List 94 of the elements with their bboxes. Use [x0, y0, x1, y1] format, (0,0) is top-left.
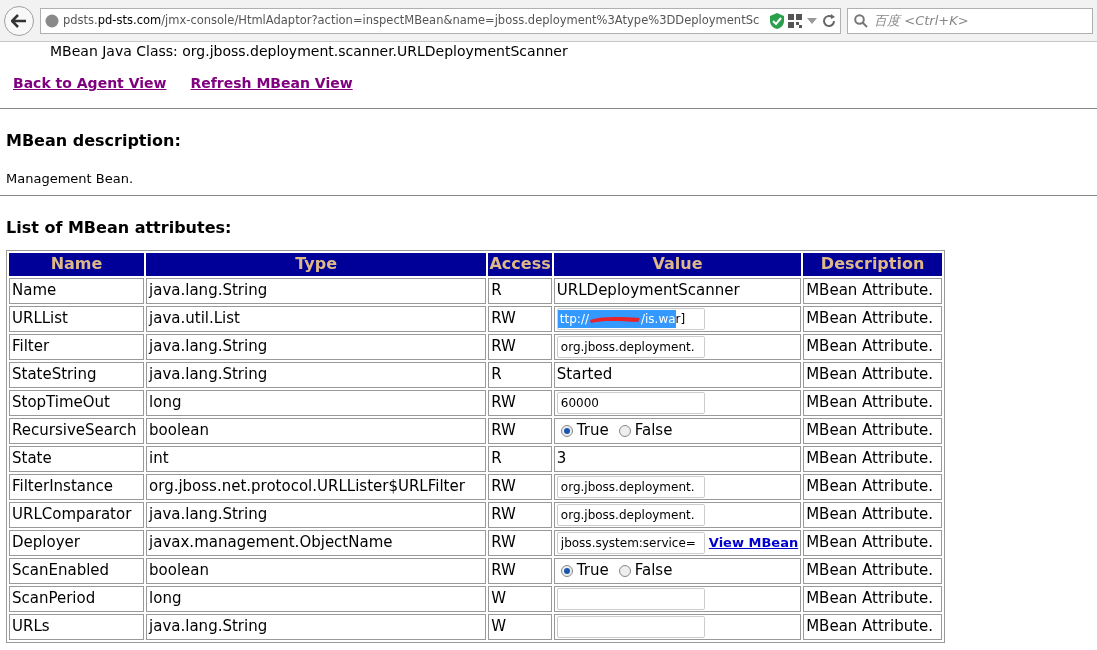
table-cell: URLs: [9, 613, 145, 640]
link[interactable]: Back to Agent View: [13, 73, 167, 94]
table-cell: R: [488, 445, 552, 472]
table-cell: ScanEnabled: [9, 557, 145, 584]
table-cell: RW: [488, 501, 552, 528]
table-cell: boolean: [146, 417, 487, 444]
search-placeholder: 百度 <Ctrl+K>: [874, 11, 969, 30]
table-cell: java.lang.String: [146, 613, 487, 640]
qr-code-icon: [788, 13, 803, 28]
back-button[interactable]: [4, 5, 34, 36]
column-header: Name: [9, 252, 145, 276]
column-header: Description: [803, 252, 942, 276]
reload-icon[interactable]: [822, 13, 837, 28]
input-field[interactable]: 60000: [556, 392, 705, 414]
table-cell: javax.management.ObjectName: [146, 529, 487, 556]
table-cell: URLComparator: [9, 501, 145, 528]
table-cell: MBean Attribute.: [803, 585, 942, 612]
view-mbean-link[interactable]: View MBean: [708, 532, 799, 553]
table-cell: Deployer: [9, 529, 145, 556]
link[interactable]: Refresh MBean View: [190, 73, 353, 94]
table-cell: long: [146, 585, 487, 612]
description-text: Management Bean.: [6, 170, 135, 188]
radio-option[interactable]: False: [618, 419, 673, 442]
table-cell: MBean Attribute.: [803, 501, 942, 528]
table-cell: 3: [553, 445, 802, 472]
table-cell: State: [9, 445, 145, 472]
table-cell: R: [488, 277, 552, 304]
input-field[interactable]: [556, 616, 705, 638]
input-field[interactable]: [556, 588, 705, 610]
class-line: MBean Java Class: org.jboss.deployment.scanner.URLDeploymentScanner: [50, 43, 568, 59]
table-cell: MBean Attribute.: [803, 529, 942, 556]
table-cell: MBean Attribute.: [803, 473, 942, 500]
input-field[interactable]: org.jboss.deployment.: [556, 336, 705, 358]
table-cell: ScanPeriod: [9, 585, 145, 612]
table-cell: R: [488, 361, 552, 388]
table-cell: RW: [488, 473, 552, 500]
column-header: Type: [146, 252, 487, 276]
search-field[interactable]: 百度 <Ctrl+K>: [847, 7, 1093, 34]
table-cell: int: [146, 445, 487, 472]
table-cell: W: [488, 613, 552, 640]
input-field[interactable]: org.jboss.deployment.: [556, 476, 705, 498]
radio-option[interactable]: True: [560, 559, 609, 582]
table-cell: java.lang.String: [146, 277, 487, 304]
attributes-heading: List of MBean attributes:: [6, 216, 233, 239]
table-cell: Filter: [9, 333, 145, 360]
table-cell: RW: [488, 557, 552, 584]
back-arrow-icon: [11, 13, 27, 28]
table-cell: MBean Attribute.: [803, 417, 942, 444]
table-cell: StopTimeOut: [9, 389, 145, 416]
table-cell: URLDeploymentScanner: [553, 277, 802, 304]
field-text: r]: [675, 310, 686, 328]
table-cell: StateString: [9, 361, 145, 388]
table-cell: java.lang.String: [146, 333, 487, 360]
table-cell: boolean: [146, 557, 487, 584]
table-cell: MBean Attribute.: [803, 557, 942, 584]
dropdown-icon[interactable]: [806, 15, 819, 26]
table-cell: java.util.List: [146, 305, 487, 332]
column-header: Access: [488, 252, 552, 276]
search-icon: [854, 13, 869, 28]
column-header: Value: [553, 252, 802, 276]
table-cell: MBean Attribute.: [803, 445, 942, 472]
table-cell: RW: [488, 389, 552, 416]
table-cell: FilterInstance: [9, 473, 145, 500]
input-field[interactable]: ttp:// /is.war]: [556, 307, 705, 330]
globe-icon: [45, 13, 59, 28]
table-cell: MBean Attribute.: [803, 305, 942, 332]
table-cell: RW: [488, 417, 552, 444]
field-text: ttp://: [559, 310, 589, 328]
table-cell: URLList: [9, 305, 145, 332]
table-cell: Started: [553, 361, 802, 388]
table-cell: MBean Attribute.: [803, 389, 942, 416]
table-cell: RW: [488, 305, 552, 332]
description-heading: MBean description:: [6, 130, 182, 152]
input-field[interactable]: jboss.system:service=: [556, 531, 705, 554]
table-cell: W: [488, 585, 552, 612]
table-cell: MBean Attribute.: [803, 613, 942, 640]
field-text: /is.wa: [641, 310, 676, 328]
table-cell: RW: [488, 529, 552, 556]
table-cell: MBean Attribute.: [803, 333, 942, 360]
radio-option[interactable]: True: [560, 419, 609, 442]
shield-icon: [770, 12, 785, 29]
table-cell: MBean Attribute.: [803, 361, 942, 388]
input-field[interactable]: org.jboss.deployment.: [556, 504, 705, 526]
table-cell: RecursiveSearch: [9, 417, 145, 444]
table-cell: java.lang.String: [146, 361, 487, 388]
table-cell: RW: [488, 333, 552, 360]
table-cell: MBean Attribute.: [803, 277, 942, 304]
radio-option[interactable]: False: [618, 559, 673, 582]
table-cell: Name: [9, 277, 145, 304]
table-cell: org.jboss.net.protocol.URLLister$URLFilter: [146, 473, 487, 500]
table-cell: java.lang.String: [146, 501, 487, 528]
url-text: pdsts.pd-sts.com/jmx-console/HtmlAdaptor?action=inspectMBean&name=jboss.deployment%3Atype%3DDeploymentSc: [63, 11, 760, 29]
table-cell: long: [146, 389, 487, 416]
address-field[interactable]: pdsts.pd-sts.com/jmx-console/HtmlAdaptor?action=inspectMBean&name=jboss.deployment%3Atype%3DDeploymentSc: [40, 7, 842, 34]
